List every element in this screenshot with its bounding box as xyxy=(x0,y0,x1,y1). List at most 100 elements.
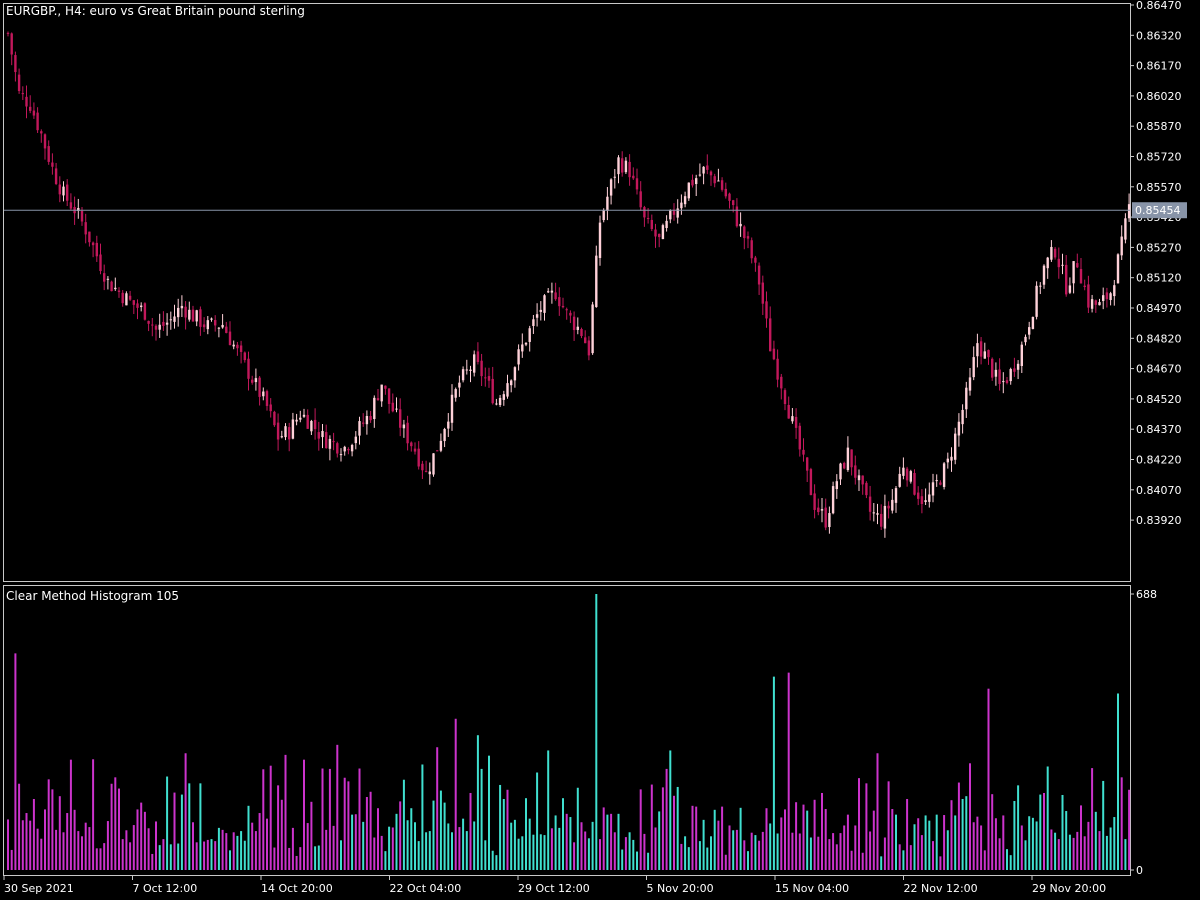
candle-body xyxy=(998,369,1001,384)
candle-body xyxy=(1042,265,1046,285)
candle-body xyxy=(609,179,613,196)
candle-body xyxy=(706,165,709,170)
histogram-bar xyxy=(950,800,953,870)
y-tick-label: 0.84370 xyxy=(1136,423,1182,436)
histogram-bar xyxy=(121,839,124,870)
histogram-bar xyxy=(1013,801,1016,870)
candle-body xyxy=(902,467,905,476)
histogram-bar xyxy=(480,768,483,870)
histogram-bar xyxy=(502,798,505,870)
histogram-bar xyxy=(206,839,209,870)
histogram-bar xyxy=(650,784,653,870)
histogram-bar xyxy=(969,763,971,870)
histogram-bar xyxy=(636,851,638,870)
histogram-bar xyxy=(169,844,172,870)
candle-body xyxy=(720,180,724,190)
candle-body xyxy=(147,320,150,324)
candle-body xyxy=(480,360,483,377)
candle-body xyxy=(576,326,579,330)
candle-body xyxy=(502,394,505,400)
candle-body xyxy=(450,394,454,423)
candle-body xyxy=(443,428,446,442)
histogram-bar xyxy=(377,808,379,870)
candle-body xyxy=(106,278,110,280)
candle-body xyxy=(965,387,968,410)
candle-body xyxy=(617,157,620,175)
histogram-bar xyxy=(258,813,261,870)
histogram-bar xyxy=(554,815,557,870)
candle-body xyxy=(395,408,398,410)
histogram-bar xyxy=(465,831,468,870)
candle-body xyxy=(905,468,909,481)
histogram-bar xyxy=(232,832,235,870)
histogram-bar xyxy=(632,839,635,870)
histogram-bar xyxy=(291,827,294,870)
candle-body xyxy=(854,465,857,478)
main-pane-frame xyxy=(3,3,1131,582)
candle-body xyxy=(162,321,165,326)
histogram-bar xyxy=(687,847,690,870)
candle-body xyxy=(954,433,957,460)
candle-body xyxy=(558,297,561,307)
histogram-bar xyxy=(354,814,357,870)
candle-body xyxy=(1079,269,1083,284)
histogram-bar xyxy=(55,829,58,870)
histogram-bar xyxy=(240,831,243,870)
candle-body xyxy=(29,106,32,111)
histogram-bar xyxy=(909,845,912,870)
candle-body xyxy=(269,404,272,412)
histogram-bar xyxy=(772,676,775,870)
candle-body xyxy=(635,178,639,190)
candle-body xyxy=(887,505,890,509)
histogram-bar xyxy=(399,801,402,870)
candle-body xyxy=(202,324,206,328)
candle-body xyxy=(461,369,465,381)
candle-body xyxy=(17,74,21,92)
x-tick-label: 29 Oct 12:00 xyxy=(518,882,590,895)
candle-body xyxy=(817,507,820,513)
candle-body xyxy=(935,480,938,482)
histogram-bar xyxy=(824,809,827,870)
candle-body xyxy=(495,403,498,405)
histogram-bar xyxy=(883,837,886,870)
candle-body xyxy=(151,324,154,326)
candle-body xyxy=(595,255,598,307)
candle-body xyxy=(399,409,402,428)
histogram-bar xyxy=(828,839,831,870)
histogram-bar xyxy=(902,850,905,870)
candle-body xyxy=(532,319,535,326)
candle-body xyxy=(184,306,187,318)
histogram-bar xyxy=(1091,768,1094,870)
histogram-bar xyxy=(1046,766,1049,870)
histogram-bar xyxy=(562,798,564,870)
candle-body xyxy=(732,200,735,206)
histogram-bar xyxy=(391,827,394,870)
histogram-bar xyxy=(732,830,735,870)
candle-body xyxy=(365,415,369,425)
candle-body xyxy=(1113,285,1116,297)
candle-body xyxy=(654,229,657,237)
candle-body xyxy=(276,422,280,440)
histogram-bar xyxy=(469,792,472,870)
x-tick-label: 22 Oct 04:00 xyxy=(390,882,462,895)
histogram-bar xyxy=(103,843,106,870)
candle-body xyxy=(302,414,306,417)
histogram-bar xyxy=(721,806,724,870)
histogram-bar xyxy=(787,672,790,870)
histogram-bar xyxy=(203,841,206,870)
candle-body xyxy=(350,444,354,452)
candle-body xyxy=(939,482,942,485)
candle-body xyxy=(25,96,28,107)
candle-body xyxy=(743,226,746,239)
candle-body xyxy=(658,233,661,238)
candle-body xyxy=(191,309,195,322)
candle-body xyxy=(1127,204,1131,219)
candle-body xyxy=(369,416,372,421)
candle-body xyxy=(920,496,924,504)
x-tick-label: 22 Nov 12:00 xyxy=(904,882,978,895)
candle-body xyxy=(173,316,176,322)
histogram-bar xyxy=(1087,821,1090,870)
candle-body xyxy=(994,369,998,377)
candle-body xyxy=(806,457,809,471)
histogram-bar xyxy=(7,819,9,870)
